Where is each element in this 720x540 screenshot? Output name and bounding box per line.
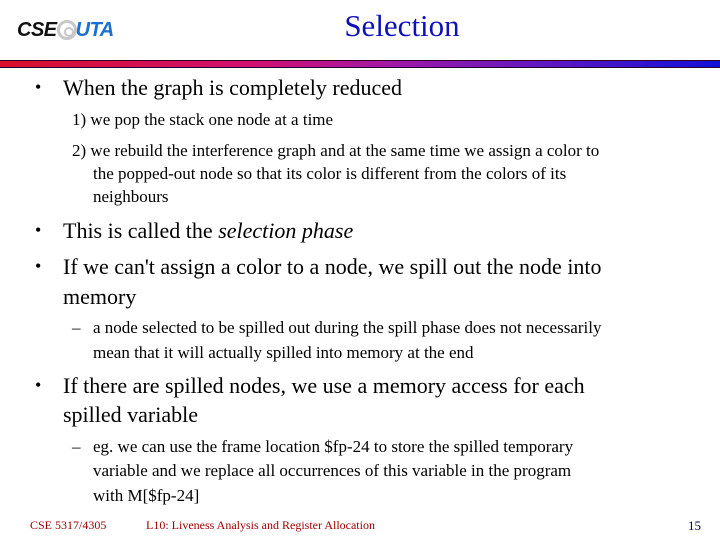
bullet-4-sub-line-2: variable and we replace all occurrences … <box>93 461 572 480</box>
title-divider <box>0 60 720 68</box>
bullet-2-prefix: This is called the <box>63 218 219 243</box>
bullet-4-text-line-2: spilled variable <box>63 402 199 427</box>
sub-item-2-number: 2) <box>72 141 87 160</box>
bullet-icon: • <box>35 77 42 97</box>
bullet-1-text: When the graph is completely reduced <box>63 75 403 100</box>
bullet-3-sub-line-1: a node selected to be spilled out during… <box>93 318 602 337</box>
dash-icon: – <box>72 318 81 337</box>
sub-item-2-text-line-3: neighbours <box>93 187 169 206</box>
bullet-icon: • <box>35 256 42 276</box>
sub-item-2-text-line-2: the popped-out node so that its color is… <box>93 164 567 183</box>
bullet-4-sub-line-3: with M[$fp-24] <box>93 486 200 505</box>
dash-icon: – <box>72 437 81 456</box>
footer-page-number: 15 <box>688 518 701 533</box>
bullet-icon: • <box>35 375 42 395</box>
footer-lecture: L10: Liveness Analysis and Register Allo… <box>146 518 375 532</box>
bullet-3-text-line-2: memory <box>63 284 137 309</box>
sub-item-1: 1) we pop the stack one node at a time <box>72 108 702 131</box>
bullet-3-text-line-1: If we can't assign a color to a node, we… <box>63 254 602 279</box>
sub-item-1-number: 1) <box>72 110 87 129</box>
bullet-2-emphasis: selection phase <box>218 218 354 243</box>
footer-course: CSE 5317/4305 <box>30 518 107 532</box>
bullet-4-text-line-1: If there are spilled nodes, we use a mem… <box>63 373 585 398</box>
sub-item-1-text: we pop the stack one node at a time <box>90 110 334 129</box>
sub-item-2-text-line-1: we rebuild the interference graph and at… <box>90 141 600 160</box>
sub-item-2: 2) we rebuild the interference graph and… <box>72 139 702 162</box>
slide-title: Selection <box>344 8 460 43</box>
bullet-icon: • <box>35 220 42 240</box>
bullet-4-sub-line-1: eg. we can use the frame location $fp-24… <box>93 437 574 456</box>
bullet-3-sub-line-2: mean that it will actually spilled into … <box>93 343 474 362</box>
bullet-2-text: This is called the selection phase <box>63 217 353 244</box>
